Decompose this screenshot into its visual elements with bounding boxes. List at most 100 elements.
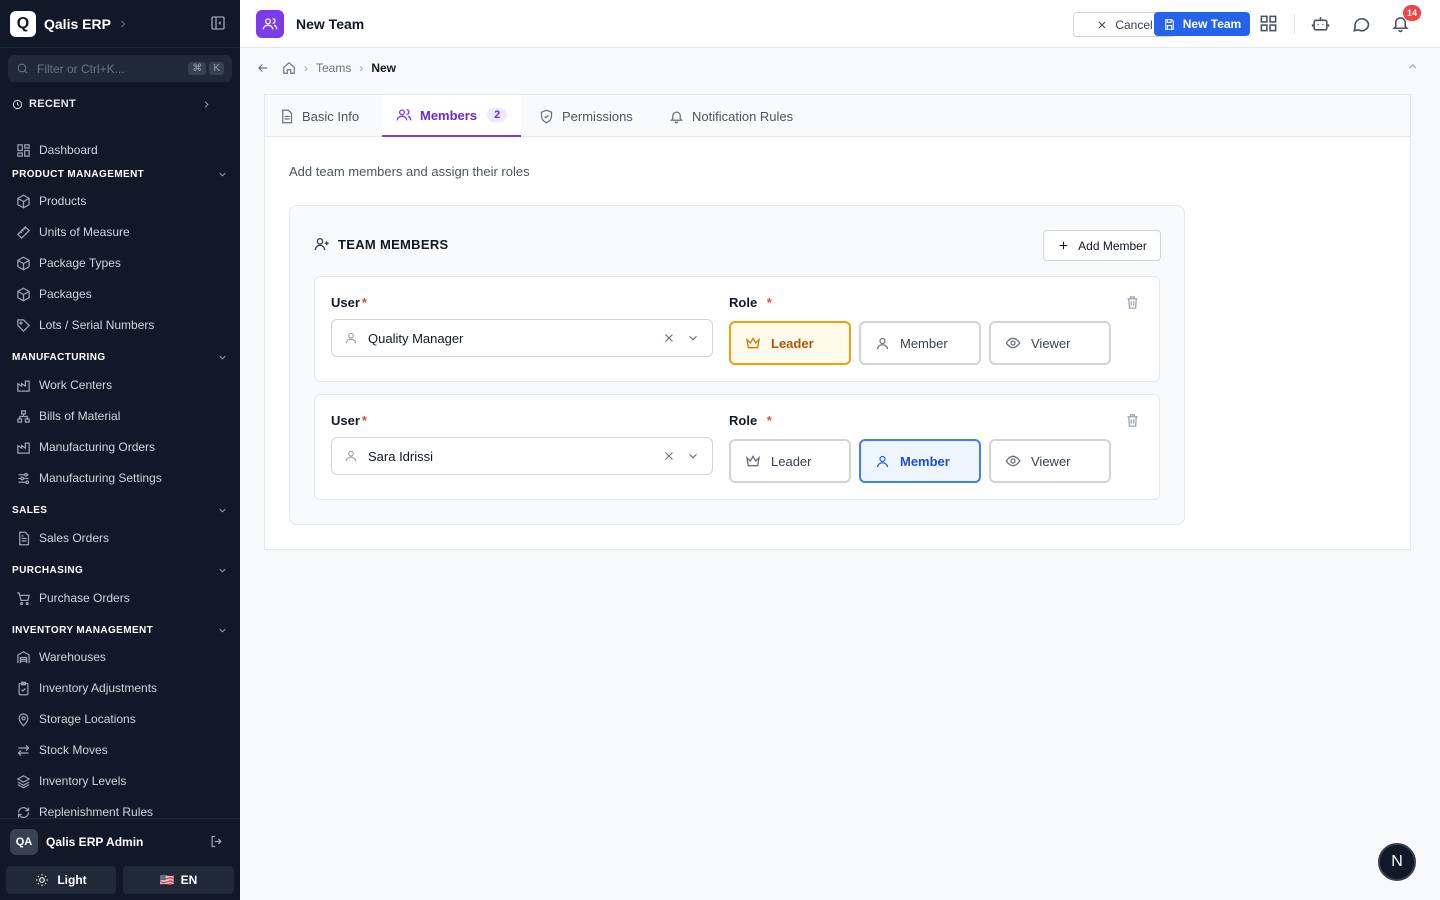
user-icon [876, 337, 889, 349]
sidebar-item-label: Dashboard [39, 143, 98, 157]
tab-basic-info[interactable]: Basic Info [265, 95, 373, 137]
app-name[interactable]: Qalis ERP [44, 16, 111, 32]
sidebar-item-units-of-measure[interactable]: Units of Measure [16, 222, 130, 242]
sidebar-item-label: Storage Locations [39, 712, 136, 726]
sidebar-item-bills-of-material[interactable]: Bills of Material [16, 406, 120, 426]
tab-label: Members [420, 107, 478, 123]
sidebar-item-label: Lots / Serial Numbers [39, 318, 155, 332]
chat-icon[interactable] [1351, 14, 1371, 34]
sidebar-item-package-types[interactable]: Package Types [16, 253, 121, 273]
role-label: Member [900, 453, 950, 469]
chevron-down-icon [219, 628, 226, 633]
section-label: SALES [12, 504, 48, 516]
user-select-value: Quality Manager [368, 330, 464, 346]
shield-icon [540, 109, 553, 123]
chevron-down-icon [219, 172, 226, 177]
sidebar-item-inventory-levels[interactable]: Inventory Levels [16, 771, 126, 791]
sliders-icon [18, 472, 30, 484]
language-button[interactable]: 🇺🇸 EN [123, 866, 234, 894]
section-purchasing[interactable]: PURCHASING [12, 562, 228, 578]
section-inventory-management[interactable]: INVENTORY MANAGEMENT [12, 622, 228, 638]
sidebar-item-stock-moves[interactable]: Stock Moves [16, 740, 108, 760]
section-sales[interactable]: SALES [12, 502, 228, 518]
role-viewer-option[interactable]: Viewer [989, 439, 1111, 483]
team-members-heading: TEAM MEMBERS [314, 236, 449, 252]
factory-icon [17, 380, 30, 392]
role-member-option[interactable]: Member [859, 321, 981, 365]
breadcrumb-teams[interactable]: Teams [316, 61, 351, 75]
role-viewer-option[interactable]: Viewer [989, 321, 1111, 365]
role-member-option[interactable]: Member [859, 439, 981, 483]
role-leader-option[interactable]: Leader [729, 321, 851, 365]
chevron-up-icon[interactable] [1406, 60, 1419, 73]
map-pin-icon [18, 712, 29, 727]
sidebar-item-manufacturing-settings[interactable]: Manufacturing Settings [16, 468, 162, 488]
avatar[interactable]: QA [10, 829, 38, 855]
sidebar-item-manufacturing-orders[interactable]: Manufacturing Orders [16, 437, 155, 457]
trash-icon[interactable] [1125, 295, 1140, 310]
members-count-badge: 2 [487, 108, 508, 122]
close-icon [1098, 21, 1106, 28]
sidebar-item-packages[interactable]: Packages [16, 284, 92, 304]
theme-toggle-button[interactable]: Light [6, 866, 116, 894]
language-label: EN [180, 873, 198, 887]
sidebar-item-dashboard[interactable]: Dashboard [16, 140, 98, 160]
sidebar: Q Qalis ERP Filter or Ctrl+K... ⌘ K RECE… [0, 0, 240, 900]
back-arrow-icon[interactable] [256, 61, 270, 75]
breadcrumb-current: New [371, 61, 397, 75]
sidebar-collapse-icon[interactable] [210, 15, 226, 31]
kbd-cmd: ⌘ [188, 62, 207, 75]
sidebar-item-work-centers[interactable]: Work Centers [16, 375, 112, 395]
sidebar-item-label: Sales Orders [39, 531, 110, 545]
section-manufacturing[interactable]: MANUFACTURING [12, 349, 228, 365]
arrows-left-right-icon [17, 744, 30, 756]
theme-label: Light [57, 873, 87, 887]
sidebar-item-warehouses[interactable]: Warehouses [16, 647, 106, 667]
sidebar-item-label: Stock Moves [39, 743, 108, 757]
home-icon[interactable] [282, 61, 296, 75]
team-form-card: Basic Info Members 2 Permissions Notific… [264, 94, 1411, 550]
sidebar-item-purchase-orders[interactable]: Purchase Orders [16, 588, 130, 608]
user-label-text: User [331, 413, 360, 428]
sidebar-filter-input[interactable]: Filter or Ctrl+K... ⌘ K [8, 55, 232, 82]
clear-icon[interactable] [662, 449, 676, 463]
sidebar-item-sales-orders[interactable]: Sales Orders [16, 528, 109, 548]
tab-bar: Basic Info Members 2 Permissions Notific… [265, 95, 1410, 137]
tab-permissions[interactable]: Permissions [525, 95, 647, 137]
bot-icon[interactable] [1311, 14, 1330, 33]
sidebar-item-label: Bills of Material [39, 409, 121, 423]
chevron-down-icon[interactable] [686, 449, 700, 463]
box-icon [17, 256, 30, 270]
breadcrumb-separator: › [359, 61, 364, 75]
section-label: PRODUCT MANAGEMENT [12, 168, 145, 180]
plus-icon [1059, 241, 1068, 250]
user-select[interactable]: Sara Idrissi [331, 437, 713, 475]
search-icon [17, 63, 28, 74]
role-field-label: Role * [729, 413, 772, 428]
tab-members[interactable]: Members 2 [382, 95, 522, 137]
recent-toggle[interactable]: RECENT [12, 98, 212, 110]
sidebar-item-products[interactable]: Products [16, 191, 86, 211]
trash-icon[interactable] [1125, 413, 1140, 428]
tag-icon [17, 318, 31, 332]
user-name[interactable]: Qalis ERP Admin [46, 835, 143, 849]
section-label: MANUFACTURING [12, 351, 106, 363]
save-new-team-button[interactable]: New Team [1154, 12, 1250, 36]
sidebar-item-lots[interactable]: Lots / Serial Numbers [16, 315, 154, 335]
chevron-down-icon[interactable] [686, 331, 700, 345]
tab-notification-rules[interactable]: Notification Rules [655, 95, 807, 137]
apps-grid-icon[interactable] [1259, 14, 1278, 33]
next-dev-tools-button[interactable]: N [1378, 843, 1416, 881]
bell-icon [669, 111, 684, 123]
section-product-management[interactable]: PRODUCT MANAGEMENT [12, 166, 228, 182]
clear-icon[interactable] [662, 331, 676, 345]
role-label: Member [900, 335, 948, 351]
user-select[interactable]: Quality Manager [331, 319, 713, 357]
required-marker: * [361, 295, 367, 310]
chevron-right-icon[interactable] [117, 18, 129, 30]
sidebar-item-inventory-adjustments[interactable]: Inventory Adjustments [16, 678, 157, 698]
logout-icon[interactable] [209, 834, 224, 849]
role-leader-option[interactable]: Leader [729, 439, 851, 483]
sidebar-item-storage-locations[interactable]: Storage Locations [16, 709, 136, 729]
add-member-button[interactable]: Add Member [1043, 230, 1161, 261]
